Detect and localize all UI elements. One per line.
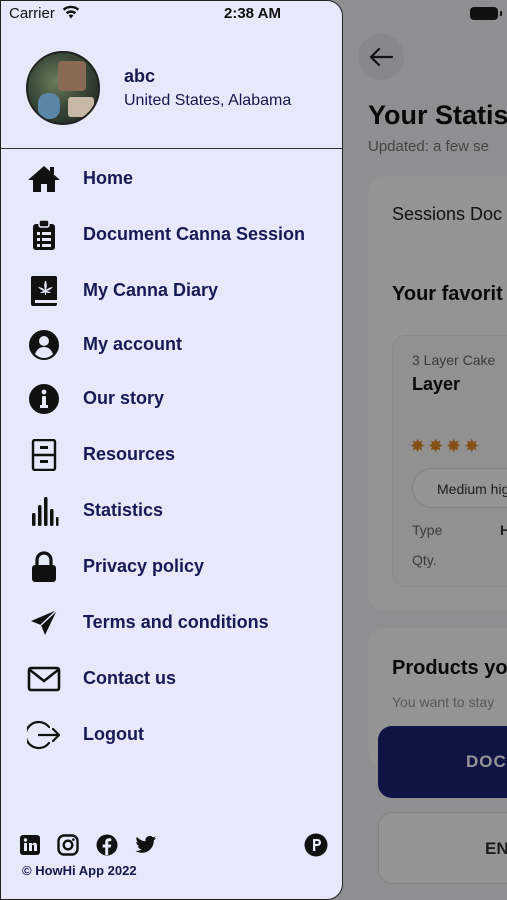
products-hint: You want to stay: [392, 694, 495, 710]
products-heading: Products yo: [392, 657, 507, 679]
instagram-icon[interactable]: [57, 834, 79, 856]
copyright-text: © HowHi App 2022: [22, 863, 137, 878]
en-button[interactable]: EN: [378, 812, 507, 884]
facebook-icon[interactable]: [96, 834, 118, 856]
home-icon: [26, 162, 62, 196]
info-icon: [26, 382, 62, 416]
effect-pill: Medium hig: [412, 468, 507, 508]
menu-item-home[interactable]: Home: [1, 153, 342, 203]
clock: 2:38 AM: [224, 5, 281, 22]
menu-item-resources[interactable]: Resources: [1, 429, 342, 479]
profile-location: United States, Alabama: [124, 92, 292, 109]
pinterest-icon[interactable]: [304, 833, 328, 857]
arrow-left-icon: [369, 47, 394, 67]
menu-label-our-story: Our story: [83, 388, 165, 408]
menu-label-statistics: Statistics: [83, 500, 164, 520]
logout-icon: [26, 718, 62, 752]
status-bar: Carrier 2:38 AM: [0, 0, 507, 28]
page-title: Your Statist: [368, 100, 507, 130]
wifi-icon: [62, 5, 80, 24]
type-value: H: [500, 522, 507, 538]
sessions-label: Sessions Doc: [392, 204, 503, 224]
linkedin-icon[interactable]: [19, 834, 41, 856]
twitter-icon[interactable]: [135, 834, 157, 856]
battery-icon: [470, 7, 502, 20]
menu-label-terms: Terms and conditions: [83, 612, 269, 632]
menu-label-diary: My Canna Diary: [83, 280, 219, 300]
carrier-label: Carrier: [9, 5, 55, 22]
qty-label: Qty.: [412, 552, 437, 568]
menu-item-document-session[interactable]: Document Canna Session: [1, 209, 342, 259]
menu-label-resources: Resources: [83, 444, 176, 464]
social-links: [19, 833, 329, 857]
menu-item-privacy[interactable]: Privacy policy: [1, 541, 342, 591]
profile-header: abc United States, Alabama: [1, 29, 342, 149]
clipboard-icon: [26, 218, 62, 252]
paper-plane-icon: [26, 606, 62, 640]
envelope-icon: [26, 662, 62, 696]
account-circle-icon: [26, 328, 62, 362]
document-button[interactable]: DOC: [378, 726, 507, 798]
type-label: Type: [412, 522, 443, 538]
menu-label-contact: Contact us: [83, 668, 177, 688]
menu-label-logout: Logout: [83, 724, 144, 744]
menu-item-our-story[interactable]: Our story: [1, 373, 342, 423]
menu-item-statistics[interactable]: Statistics: [1, 485, 342, 535]
menu-item-terms[interactable]: Terms and conditions: [1, 597, 342, 647]
avatar[interactable]: [26, 51, 100, 125]
menu-label-document-session: Document Canna Session: [83, 224, 306, 244]
menu-item-account[interactable]: My account: [1, 319, 342, 369]
menu-label-privacy: Privacy policy: [83, 556, 205, 576]
menu-item-contact[interactable]: Contact us: [1, 653, 342, 703]
menu-label-home: Home: [83, 168, 134, 188]
file-cabinet-icon: [26, 438, 62, 472]
favorite-product-card[interactable]: [392, 335, 507, 587]
back-button[interactable]: [358, 34, 404, 80]
lock-icon: [26, 550, 62, 584]
diary-book-icon: [26, 274, 62, 308]
navigation-drawer: abc United States, Alabama Home Document…: [0, 0, 343, 900]
menu-item-diary[interactable]: My Canna Diary: [1, 265, 342, 315]
favorite-heading: Your favorit: [392, 283, 503, 305]
updated-text: Updated: a few se: [368, 138, 489, 155]
profile-name: abc: [124, 66, 156, 86]
bar-chart-icon: [26, 494, 62, 528]
product-subtitle: 3 Layer Cake: [412, 352, 496, 368]
menu-item-logout[interactable]: Logout: [1, 709, 342, 759]
rating-leaves-icon: ✸✸✸✸: [410, 436, 483, 456]
menu-label-account: My account: [83, 334, 183, 354]
product-name: Layer: [412, 374, 461, 394]
